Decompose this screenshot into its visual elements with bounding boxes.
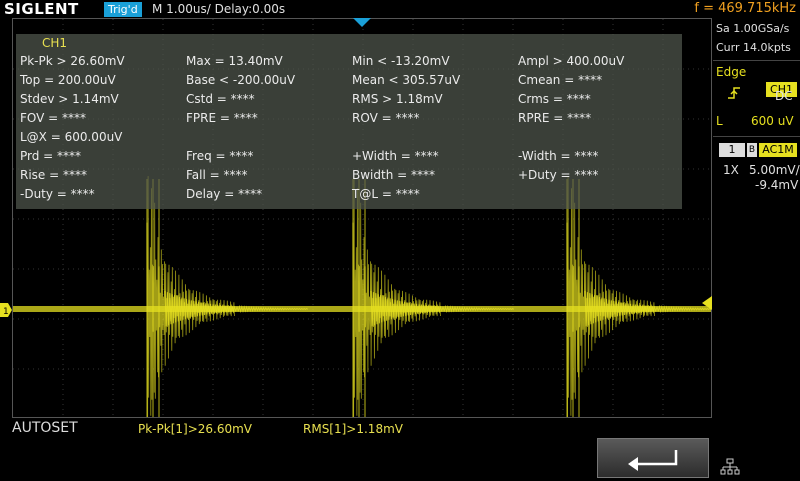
- measurement-item: FPRE = ****: [186, 111, 258, 125]
- measurement-item: Freq = ****: [186, 149, 254, 163]
- autoset-label: AUTOSET: [12, 420, 78, 436]
- memory-depth: Curr 14.0kpts: [716, 41, 791, 54]
- network-icon: [720, 458, 740, 475]
- measurement-item: Max = 13.40mV: [186, 54, 283, 68]
- measurement-item: Cstd = ****: [186, 92, 255, 106]
- measurement-item: Fall = ****: [186, 168, 248, 182]
- measurement-item: Stdev > 1.14mV: [20, 92, 119, 106]
- right-info-panel: Sa 1.00GSa/s Curr 14.0kpts Edge CH1 DC L…: [713, 18, 800, 480]
- measurement-item: Top = 200.00uV: [20, 73, 116, 87]
- measurement-item: Base < -200.00uV: [186, 73, 296, 87]
- measurement-item: Bwidth = ****: [352, 168, 435, 182]
- trigger-level-value[interactable]: 600 uV: [751, 114, 794, 128]
- trigger-status-badge: Trig'd: [104, 2, 142, 17]
- trigger-coupling[interactable]: DC: [775, 89, 793, 103]
- brand-logo: SIGLENT: [4, 0, 79, 18]
- measurement-item: ROV = ****: [352, 111, 420, 125]
- measurement-item: L@X = 600.00uV: [20, 130, 123, 144]
- measurement-item: FOV = ****: [20, 111, 87, 125]
- ch1-coupling-badge[interactable]: AC1M: [759, 143, 797, 157]
- measurement-item: +Width = ****: [352, 149, 439, 163]
- measurement-item: RPRE = ****: [518, 111, 592, 125]
- measurement-item: RMS > 1.18mV: [352, 92, 443, 106]
- rising-edge-icon: [728, 87, 740, 99]
- trigger-level-marker-icon[interactable]: [702, 296, 712, 310]
- ch1-number-badge[interactable]: 1: [719, 143, 745, 157]
- measurement-item: T@L = ****: [352, 187, 420, 201]
- measurement-panel: CH1 Pk-Pk > 26.60mV Max = 13.40mV Min < -1…: [16, 34, 682, 209]
- svg-text:1: 1: [3, 307, 9, 317]
- ch1-waveform: [13, 176, 711, 417]
- trigger-level-label: L: [716, 114, 723, 128]
- ch1-volts-per-div[interactable]: 5.00mV/: [749, 163, 800, 177]
- measurement-item: Rise = ****: [20, 168, 87, 182]
- ch1-offset-marker-icon[interactable]: 1: [0, 303, 12, 317]
- ch1-bandwidth-limit-badge: B: [747, 143, 757, 157]
- sample-rate: Sa 1.00GSa/s: [716, 22, 790, 35]
- trigger-type[interactable]: Edge: [716, 65, 746, 79]
- measurement-item: Pk-Pk > 26.60mV: [20, 54, 125, 68]
- measurement-item: Prd = ****: [20, 149, 82, 163]
- bottom-measurement-pkpk: Pk-Pk[1]>26.60mV: [138, 422, 253, 436]
- measurement-item: Cmean = ****: [518, 73, 603, 87]
- back-button[interactable]: [597, 438, 709, 478]
- frequency-counter: f = 469.715kHz: [694, 1, 796, 16]
- measurement-item: Crms = ****: [518, 92, 591, 106]
- measurement-item: -Duty = ****: [20, 187, 95, 201]
- ch1-probe-ratio: 1X: [723, 163, 739, 177]
- measurement-item: Mean < 305.57uV: [352, 73, 461, 87]
- ch1-offset[interactable]: -9.4mV: [755, 178, 798, 192]
- return-arrow-icon: [628, 450, 678, 471]
- measurement-item: Min < -13.20mV: [352, 54, 450, 68]
- timebase-readout[interactable]: M 1.00us/ Delay:0.00s: [152, 0, 285, 18]
- measurement-item: Ampl > 400.00uV: [518, 54, 625, 68]
- measurement-item: -Width = ****: [518, 149, 599, 163]
- measurement-item: +Duty = ****: [518, 168, 599, 182]
- bottom-measurement-rms: RMS[1]>1.18mV: [303, 422, 403, 436]
- measurement-channel-label: CH1: [42, 36, 68, 50]
- measurement-item: Delay = ****: [186, 187, 263, 201]
- trigger-position-icon[interactable]: [353, 18, 371, 28]
